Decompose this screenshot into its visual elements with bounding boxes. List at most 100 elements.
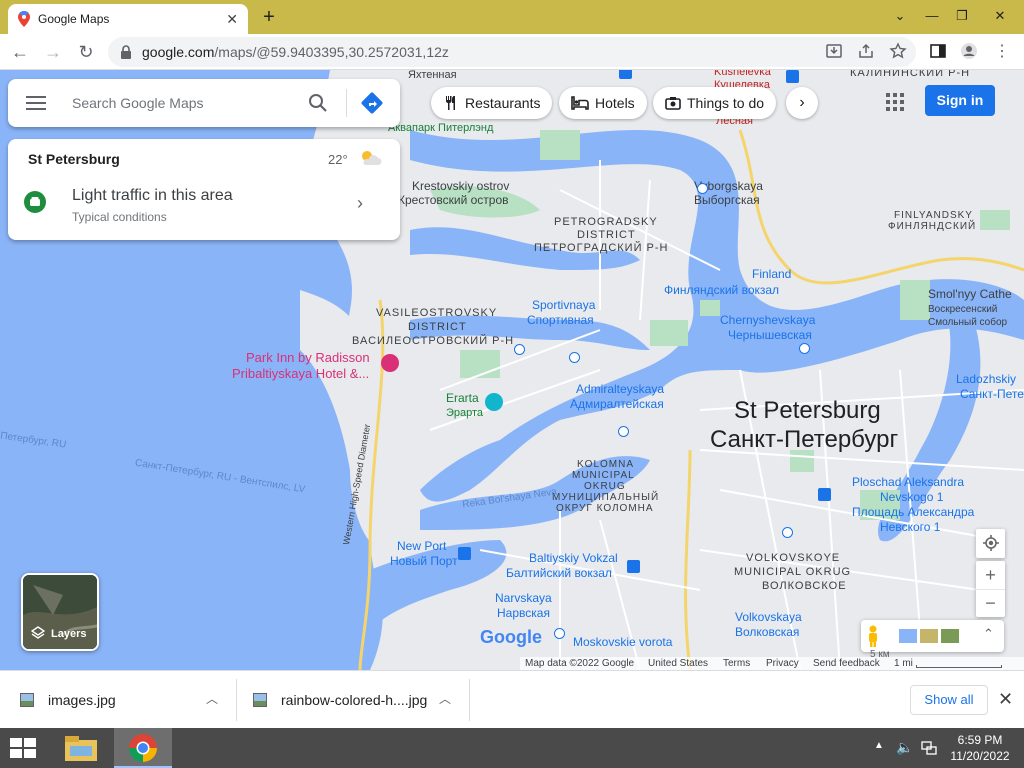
label-volkovskaya-ru: Волковская xyxy=(735,625,800,639)
label-admiralteyskaya-en: Admiralteyskaya xyxy=(576,382,665,396)
bus-station-icon[interactable] xyxy=(818,488,831,501)
side-panel-icon[interactable] xyxy=(929,42,947,60)
label-vasileostrovsky-2: DISTRICT xyxy=(408,321,467,333)
train-station-icon[interactable] xyxy=(786,70,799,83)
close-window-button[interactable]: ✕ xyxy=(984,4,1016,28)
expand-chevron-up-icon[interactable]: ⌃ xyxy=(983,626,994,642)
zoom-out-button[interactable]: − xyxy=(976,589,1005,617)
browser-toolbar: ← → ↻ google.com/maps/@59.9403395,30.257… xyxy=(0,34,1024,70)
new-tab-button[interactable]: + xyxy=(258,6,280,29)
download-item[interactable]: images.jpg ︿ xyxy=(0,671,236,729)
menu-hamburger-icon[interactable] xyxy=(26,96,46,110)
metro-station-icon[interactable] xyxy=(569,352,580,363)
apps-grid-icon[interactable] xyxy=(886,93,904,111)
download-filename: rainbow-colored-h....jpg xyxy=(281,692,428,708)
chips-next-chevron-icon[interactable]: › xyxy=(786,87,818,119)
chip-restaurants[interactable]: Restaurants xyxy=(431,87,553,119)
my-location-button[interactable] xyxy=(976,529,1005,558)
label-chernyshevskaya-en: Chernyshevskaya xyxy=(720,313,816,327)
metro-station-icon[interactable] xyxy=(799,343,810,354)
map-canvas[interactable]: Яхтенная Kushelevka Кушелевка КАЛИНИНСКИ… xyxy=(0,70,1024,670)
zoom-controls: + − xyxy=(976,561,1005,617)
train-station-icon[interactable] xyxy=(619,70,632,79)
scale-label[interactable]: 1 mi xyxy=(894,658,913,669)
minimize-button[interactable]: — xyxy=(916,4,948,28)
label-volkovskaya-en: Volkovskaya xyxy=(735,610,802,624)
label-erarta-ru: Эрарта xyxy=(446,407,484,419)
url-text: google.com/maps/@59.9403395,30.2572031,1… xyxy=(142,44,449,60)
browser-tab-bar: Google Maps ✕ + ⌄ — ❐ ✕ xyxy=(0,0,1024,34)
restore-button[interactable]: ❐ xyxy=(946,4,978,28)
zoom-in-button[interactable]: + xyxy=(976,561,1005,589)
imagery-thumbnail-3[interactable] xyxy=(941,629,959,643)
label-akvapark: Аквапарк Питерлэнд xyxy=(388,122,494,134)
chip-things-to-do-label: Things to do xyxy=(687,95,765,111)
search-input[interactable]: Search Google Maps xyxy=(72,95,204,111)
label-ladozhskiy-en: Ladozhskiy xyxy=(956,372,1017,386)
show-all-button[interactable]: Show all xyxy=(910,685,988,715)
forward-button[interactable]: → xyxy=(41,41,65,63)
label-erarta-en: Erarta xyxy=(446,391,479,405)
back-button[interactable]: ← xyxy=(8,41,32,63)
metro-station-icon[interactable] xyxy=(697,183,708,194)
more-menu-icon[interactable]: ⋮ xyxy=(990,41,1014,63)
windows-start-icon[interactable] xyxy=(8,736,38,760)
card-chevron-right-icon[interactable]: › xyxy=(357,193,363,214)
windows-taskbar: ▲ 🔈 6:59 PM 11/20/2022 xyxy=(0,728,1024,768)
download-filename: images.jpg xyxy=(48,692,116,708)
taskbar-clock[interactable]: 6:59 PM 11/20/2022 xyxy=(940,732,1020,764)
tray-chevron-up-icon[interactable]: ▲ xyxy=(874,740,884,751)
area-info-card[interactable]: St Petersburg 22° Light traffic in this … xyxy=(8,139,400,240)
layers-toggle[interactable]: Layers xyxy=(21,573,99,651)
volume-icon[interactable]: 🔈 xyxy=(896,739,913,756)
profile-avatar-icon[interactable] xyxy=(960,42,978,60)
train-station-icon[interactable] xyxy=(627,560,640,573)
card-conditions-text: Typical conditions xyxy=(72,210,167,224)
label-ploschad-4: Невского 1 xyxy=(880,520,941,534)
url-path: /maps/@59.9403395,30.2572031,12z xyxy=(214,44,449,60)
download-item[interactable]: rainbow-colored-h....jpg ︿ xyxy=(233,671,469,729)
download-options-chevron-icon[interactable]: ︿ xyxy=(439,690,451,707)
sign-in-button[interactable]: Sign in xyxy=(925,85,995,116)
label-city-en: St Petersburg xyxy=(734,397,881,424)
image-file-icon xyxy=(253,693,267,707)
download-options-chevron-icon[interactable]: ︿ xyxy=(206,690,218,707)
country-link[interactable]: United States xyxy=(648,658,708,669)
chrome-taskbar-button[interactable] xyxy=(114,728,172,768)
chip-things-to-do[interactable]: Things to do xyxy=(653,87,777,119)
chip-hotels[interactable]: Hotels xyxy=(559,87,647,119)
traffic-car-icon xyxy=(24,191,46,213)
label-petrogradsky-2: DISTRICT xyxy=(577,229,636,241)
label-smolny-en: Smol'nyy Cathe xyxy=(928,287,1012,301)
bookmark-star-icon[interactable] xyxy=(889,42,907,60)
metro-station-icon[interactable] xyxy=(618,426,629,437)
clock-date: 11/20/2022 xyxy=(950,749,1010,763)
terms-link[interactable]: Terms xyxy=(723,658,750,669)
tab-close-icon[interactable]: ✕ xyxy=(226,11,238,28)
metro-station-icon[interactable] xyxy=(514,344,525,355)
imagery-thumbnail-2[interactable] xyxy=(920,629,938,643)
label-ladozhskiy-ru: Санкт-Петер xyxy=(960,387,1024,401)
close-downloads-icon[interactable]: ✕ xyxy=(998,689,1013,710)
museum-marker-icon[interactable] xyxy=(485,393,503,411)
reload-button[interactable]: ↻ xyxy=(74,41,98,63)
hotel-marker-icon[interactable] xyxy=(381,354,399,372)
tab-search-chevron-icon[interactable]: ⌄ xyxy=(884,4,916,28)
browser-tab[interactable]: Google Maps ✕ xyxy=(8,4,248,34)
search-icon[interactable] xyxy=(308,93,328,113)
network-icon[interactable] xyxy=(921,740,937,756)
label-chernyshevskaya-ru: Чернышевская xyxy=(728,328,812,342)
send-feedback-link[interactable]: Send feedback xyxy=(813,658,880,669)
metro-station-icon[interactable] xyxy=(554,628,565,639)
pegman-icon[interactable] xyxy=(866,625,880,647)
metro-station-icon[interactable] xyxy=(782,527,793,538)
share-icon[interactable] xyxy=(857,42,875,60)
card-traffic-text: Light traffic in this area xyxy=(72,187,233,204)
directions-icon[interactable] xyxy=(360,91,384,115)
install-app-icon[interactable] xyxy=(825,42,843,60)
imagery-thumbnail-1[interactable] xyxy=(899,629,917,643)
file-explorer-icon[interactable] xyxy=(64,734,98,762)
ferry-station-icon[interactable] xyxy=(458,547,471,560)
address-bar[interactable]: google.com/maps/@59.9403395,30.2572031,1… xyxy=(108,37,916,67)
privacy-link[interactable]: Privacy xyxy=(766,658,799,669)
